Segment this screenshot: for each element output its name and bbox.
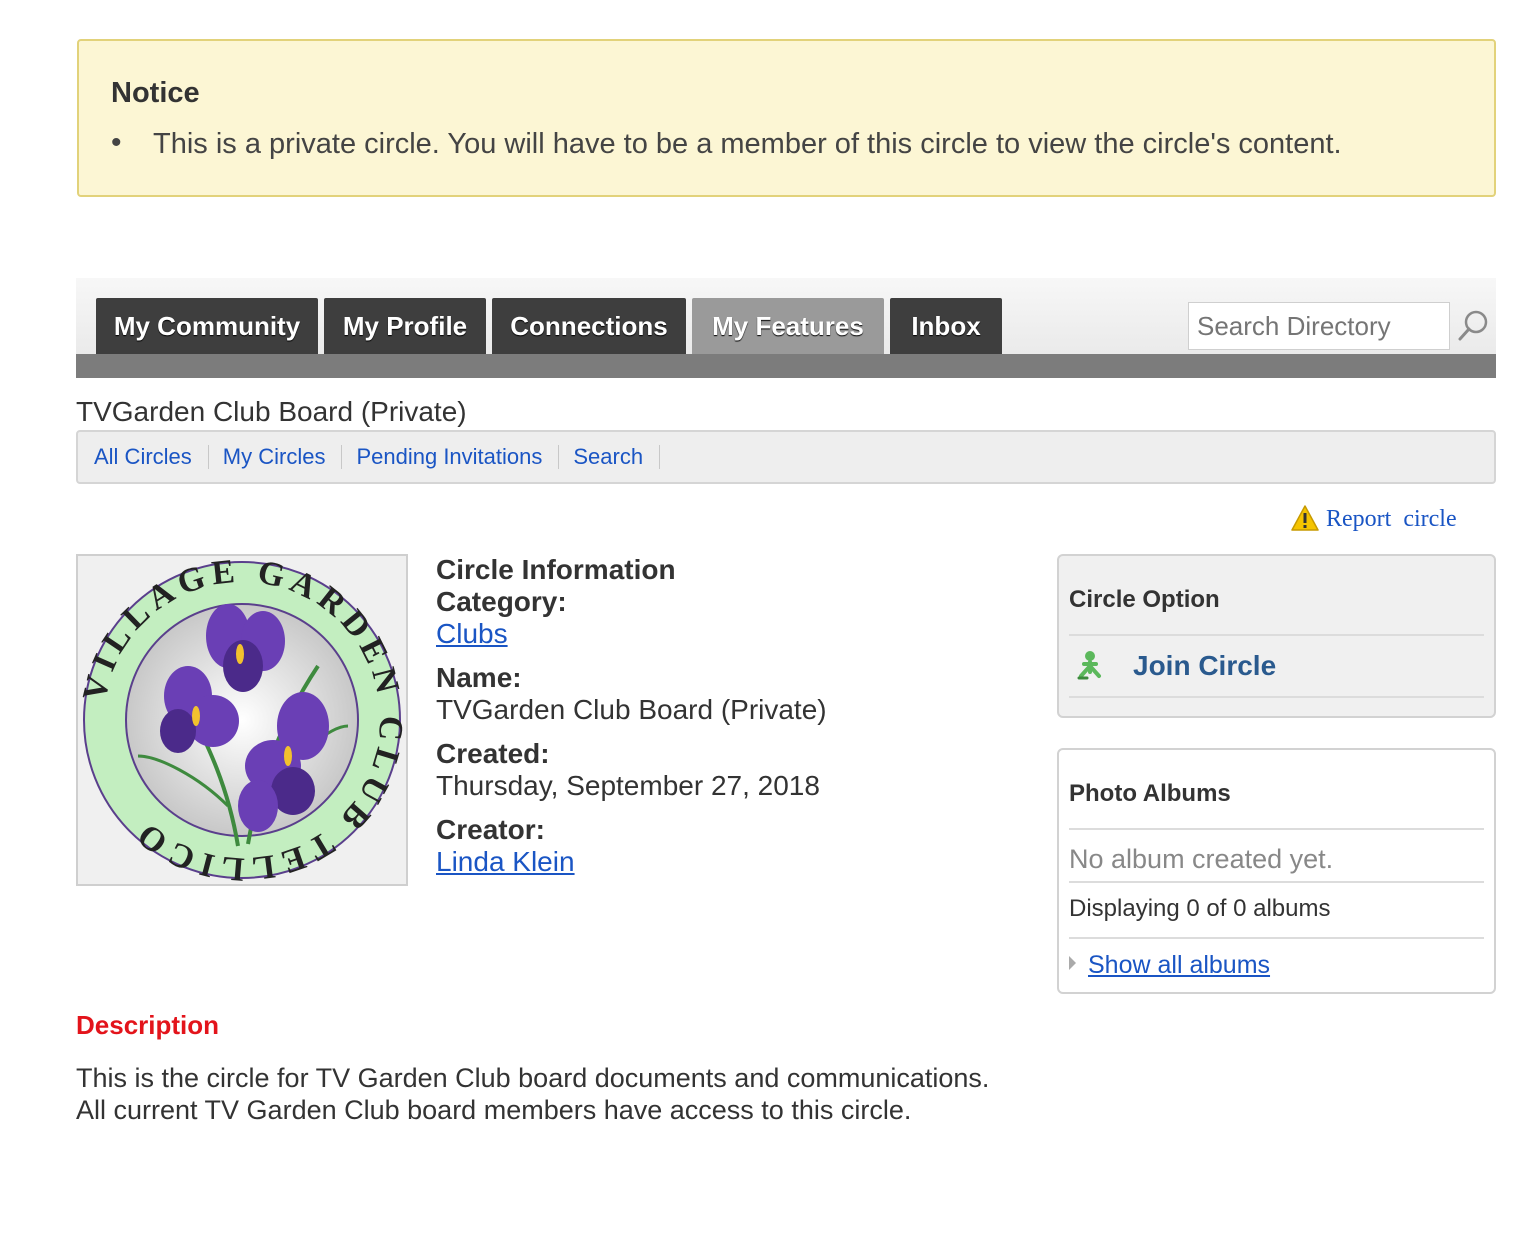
photo-albums-panel: Photo Albums No album created yet. Displ…	[1057, 748, 1496, 994]
category-link[interactable]: Clubs	[436, 618, 508, 649]
created-label: Created:	[436, 738, 550, 769]
circle-option-panel: Circle Option Join Circle	[1057, 554, 1496, 718]
search-directory-input[interactable]	[1188, 302, 1450, 350]
description-text: This is the circle for TV Garden Club bo…	[76, 1062, 1076, 1126]
join-circle-icon	[1077, 651, 1101, 680]
creator-label: Creator:	[436, 814, 545, 845]
join-circle-button[interactable]: Join Circle	[1069, 636, 1484, 698]
description-line-2: All current TV Garden Club board members…	[76, 1095, 912, 1125]
tab-connections[interactable]: Connections	[492, 298, 686, 354]
notice-title: Notice	[111, 77, 200, 109]
search-icon[interactable]	[1456, 309, 1490, 343]
bullet-icon: •	[111, 126, 122, 159]
notice-box: Notice • This is a private circle. You w…	[77, 39, 1496, 197]
description-line-1: This is the circle for TV Garden Club bo…	[76, 1063, 990, 1093]
notice-message: • This is a private circle. You will hav…	[111, 126, 1462, 161]
no-album-text: No album created yet.	[1069, 830, 1484, 883]
circles-subnav: All Circles My Circles Pending Invitatio…	[76, 430, 1496, 484]
album-count-text: Displaying 0 of 0 albums	[1069, 883, 1484, 939]
photo-albums-title: Photo Albums	[1069, 750, 1484, 830]
tab-my-profile[interactable]: My Profile	[324, 298, 486, 354]
subnav-all-circles[interactable]: All Circles	[94, 445, 209, 469]
circle-info-heading: Circle Information	[436, 554, 676, 585]
tab-my-community[interactable]: My Community	[96, 298, 318, 354]
notice-message-text: This is a private circle. You will have …	[153, 128, 1342, 160]
nav-bar-strip	[76, 354, 1496, 378]
category-label: Category:	[436, 586, 567, 617]
description-title: Description	[76, 1010, 220, 1040]
tab-inbox[interactable]: Inbox	[890, 298, 1002, 354]
show-all-albums: Show all albums	[1069, 939, 1484, 992]
circle-information: Circle Information Category: Clubs Name:…	[436, 554, 996, 878]
garden-club-logo-image: VILLAGE GARDEN CLUB TELLICO	[76, 552, 404, 887]
tab-my-features[interactable]: My Features	[692, 298, 884, 354]
subnav-search[interactable]: Search	[573, 445, 661, 469]
creator-link[interactable]: Linda Klein	[436, 846, 575, 877]
subnav-pending-invitations[interactable]: Pending Invitations	[356, 445, 560, 469]
name-label: Name:	[436, 662, 522, 693]
triangle-right-icon	[1069, 956, 1076, 970]
name-value: TVGarden Club Board (Private)	[436, 694, 827, 725]
circle-logo: VILLAGE GARDEN CLUB TELLICO	[76, 552, 408, 888]
report-circle-link[interactable]: Report circle	[1290, 504, 1457, 533]
notice-list: • This is a private circle. You will hav…	[111, 126, 1462, 161]
subnav-my-circles[interactable]: My Circles	[223, 445, 343, 469]
show-all-albums-link[interactable]: Show all albums	[1088, 951, 1270, 979]
report-circle-label: Report circle	[1326, 506, 1457, 532]
main-nav: My Community My Profile Connections My F…	[76, 278, 1496, 378]
warning-icon	[1291, 505, 1319, 531]
circle-option-title: Circle Option	[1069, 556, 1484, 636]
page-title: TVGarden Club Board (Private)	[76, 396, 467, 427]
created-value: Thursday, September 27, 2018	[436, 770, 820, 801]
join-circle-label: Join Circle	[1133, 650, 1277, 681]
